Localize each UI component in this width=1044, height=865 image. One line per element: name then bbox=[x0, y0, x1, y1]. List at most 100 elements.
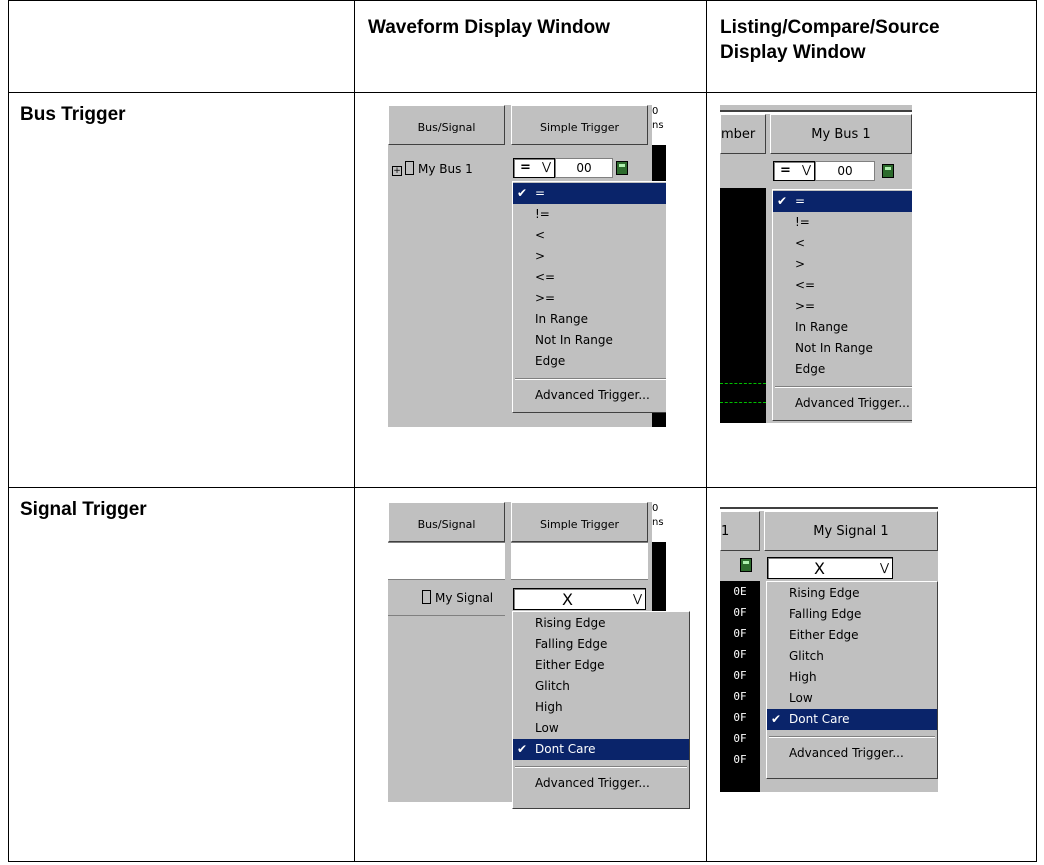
signal-row[interactable]: My Signal bbox=[388, 580, 505, 616]
menu-item-advanced-trigger[interactable]: Advanced Trigger... bbox=[513, 385, 666, 406]
menu-item-in-range[interactable]: In Range bbox=[773, 317, 912, 338]
bus-signal-column-header[interactable]: Bus/Signal bbox=[388, 105, 505, 145]
menu-item-lte[interactable]: <= bbox=[773, 275, 912, 296]
hex-value: 0F bbox=[733, 669, 747, 682]
bus-icon bbox=[405, 161, 414, 175]
menu-item-not-in-range[interactable]: Not In Range bbox=[513, 330, 666, 351]
menu-item-low[interactable]: Low bbox=[767, 688, 937, 709]
menu-item-eq[interactable]: ✔ = bbox=[773, 191, 912, 212]
menu-item-gte[interactable]: >= bbox=[773, 296, 912, 317]
hex-value: 0F bbox=[733, 627, 747, 640]
calculator-icon[interactable] bbox=[740, 558, 752, 572]
bus-listing-screenshot: mber My Bus 1 = ⋁ 00 ✔ = != < > <= >= In… bbox=[720, 105, 912, 423]
menu-item-falling-edge[interactable]: Falling Edge bbox=[767, 604, 937, 625]
expand-icon[interactable]: + bbox=[392, 166, 402, 176]
signal-icon bbox=[422, 590, 431, 604]
signal-trigger-select[interactable]: X ⋁ bbox=[767, 557, 893, 579]
menu-separator bbox=[515, 766, 687, 768]
signal-waveform-cell: Bus/Signal Simple Trigger 0 ns My Signal… bbox=[354, 487, 707, 862]
menu-item-not-in-range[interactable]: Not In Range bbox=[773, 338, 912, 359]
menu-item-dont-care[interactable]: ✔ Dont Care bbox=[513, 739, 689, 760]
row-label-bus: Bus Trigger bbox=[20, 104, 126, 125]
menu-item-lt[interactable]: < bbox=[513, 225, 666, 246]
menu-item-eq[interactable]: ✔ = bbox=[513, 183, 666, 204]
chevron-down-icon: ⋁ bbox=[541, 160, 551, 173]
simple-trigger-column-header[interactable]: Simple Trigger bbox=[511, 105, 648, 145]
menu-separator bbox=[515, 378, 666, 380]
check-icon: ✔ bbox=[771, 712, 782, 726]
menu-item-rising-edge[interactable]: Rising Edge bbox=[767, 583, 937, 604]
my-bus-column-header[interactable]: My Bus 1 bbox=[770, 114, 912, 154]
header-waveform: Waveform Display Window bbox=[368, 17, 610, 38]
row-label-signal: Signal Trigger bbox=[20, 499, 147, 520]
row-label-cell-signal: Signal Trigger bbox=[8, 487, 355, 862]
bus-waveform-screenshot: Bus/Signal Simple Trigger 0 ns + My Bus 1… bbox=[388, 105, 666, 427]
header-waveform-cell: Waveform Display Window bbox=[354, 0, 707, 93]
menu-item-advanced-trigger[interactable]: Advanced Trigger... bbox=[513, 773, 689, 794]
check-icon: ✔ bbox=[517, 186, 528, 200]
menu-separator bbox=[769, 736, 935, 738]
hex-value: 0F bbox=[733, 648, 747, 661]
menu-item-edge[interactable]: Edge bbox=[513, 351, 666, 372]
header-empty-cell bbox=[8, 0, 355, 93]
operator-select[interactable]: = ⋁ bbox=[773, 161, 815, 181]
time-ruler-label: 0 ns bbox=[652, 503, 664, 528]
bus-value-input[interactable]: 00 bbox=[815, 161, 875, 181]
menu-item-high[interactable]: High bbox=[767, 667, 937, 688]
menu-item-edge[interactable]: Edge bbox=[773, 359, 912, 380]
menu-item-glitch[interactable]: Glitch bbox=[767, 646, 937, 667]
calculator-icon[interactable] bbox=[882, 164, 894, 178]
menu-item-neq[interactable]: != bbox=[513, 204, 666, 225]
header-listing: Listing/Compare/Source Display Window bbox=[720, 17, 940, 63]
menu-item-gt[interactable]: > bbox=[513, 246, 666, 267]
hex-value: 0F bbox=[733, 732, 747, 745]
signal-name: My Signal bbox=[435, 591, 494, 605]
my-signal-column-header[interactable]: My Signal 1 bbox=[764, 511, 938, 551]
check-icon: ✔ bbox=[777, 194, 788, 208]
listing-hex-values: 0E 0F 0F 0F 0F 0F 0F 0F 0F bbox=[720, 581, 760, 792]
menu-item-lte[interactable]: <= bbox=[513, 267, 666, 288]
partial-column-header[interactable]: 1 bbox=[720, 511, 760, 551]
menu-item-lt[interactable]: < bbox=[773, 233, 912, 254]
hex-value: 0F bbox=[733, 606, 747, 619]
menu-separator bbox=[775, 386, 912, 388]
menu-item-gt[interactable]: > bbox=[773, 254, 912, 275]
menu-item-advanced-trigger[interactable]: Advanced Trigger... bbox=[767, 743, 937, 764]
bus-waveform-cell: Bus/Signal Simple Trigger 0 ns + My Bus 1… bbox=[354, 92, 707, 488]
chevron-down-icon: ⋁ bbox=[801, 163, 811, 176]
menu-item-gte[interactable]: >= bbox=[513, 288, 666, 309]
signal-listing-cell: 1 My Signal 1 X⋁ 0E 0F 0F 0F 0F 0F 0F 0 bbox=[706, 487, 1037, 862]
menu-item-in-range[interactable]: In Range bbox=[513, 309, 666, 330]
menu-item-advanced-trigger[interactable]: Advanced Trigger... bbox=[773, 393, 912, 414]
hex-value: 0F bbox=[733, 690, 747, 703]
menu-item-high[interactable]: High bbox=[513, 697, 689, 718]
signal-listing-screenshot: 1 My Signal 1 X⋁ 0E 0F 0F 0F 0F 0F 0F 0 bbox=[720, 502, 938, 792]
signal-trigger-dropdown-menu: Rising Edge Falling Edge Either Edge Gli… bbox=[766, 581, 938, 779]
number-column-header[interactable]: mber bbox=[720, 114, 766, 154]
menu-item-glitch[interactable]: Glitch bbox=[513, 676, 689, 697]
bus-row[interactable]: + My Bus 1 bbox=[390, 158, 505, 180]
hex-value: 0F bbox=[733, 711, 747, 724]
menu-item-neq[interactable]: != bbox=[773, 212, 912, 233]
listing-number-area bbox=[720, 188, 766, 423]
comparison-table: Waveform Display Window Listing/Compare/… bbox=[8, 0, 1037, 862]
simple-trigger-column-header[interactable]: Simple Trigger bbox=[511, 502, 648, 542]
calculator-icon[interactable] bbox=[616, 161, 628, 175]
bus-listing-cell: mber My Bus 1 = ⋁ 00 ✔ = != < > <= >= In… bbox=[706, 92, 1037, 488]
signal-trigger-dropdown-menu: Rising Edge Falling Edge Either Edge Gli… bbox=[512, 611, 690, 809]
menu-item-rising-edge[interactable]: Rising Edge bbox=[513, 613, 689, 634]
bus-signal-column-header[interactable]: Bus/Signal bbox=[388, 502, 505, 542]
signal-trigger-select[interactable]: X ⋁ bbox=[513, 588, 646, 610]
menu-item-falling-edge[interactable]: Falling Edge bbox=[513, 634, 689, 655]
hex-value: 0E bbox=[733, 585, 747, 598]
operator-dropdown-menu: ✔ = != < > <= >= In Range Not In Range Ed… bbox=[772, 189, 912, 421]
header-listing-cell: Listing/Compare/Source Display Window bbox=[706, 0, 1037, 93]
menu-item-either-edge[interactable]: Either Edge bbox=[513, 655, 689, 676]
bus-value-input[interactable]: 00 bbox=[555, 158, 613, 178]
menu-item-either-edge[interactable]: Either Edge bbox=[767, 625, 937, 646]
operator-select[interactable]: = ⋁ bbox=[513, 158, 555, 178]
time-ruler-label: 0 ns bbox=[652, 106, 664, 131]
menu-item-low[interactable]: Low bbox=[513, 718, 689, 739]
chevron-down-icon: ⋁ bbox=[632, 592, 642, 605]
menu-item-dont-care[interactable]: ✔ Dont Care bbox=[767, 709, 937, 730]
